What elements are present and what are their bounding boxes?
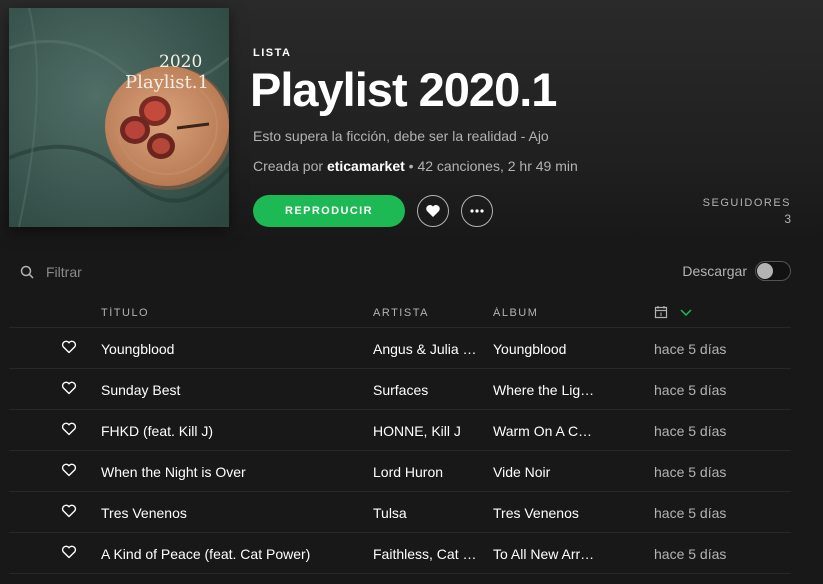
playlist-cover-image: 2020 Playlist.1 — [9, 8, 229, 227]
track-album-link[interactable]: Tres Venenos — [493, 505, 603, 521]
table-row[interactable]: A Kind of Peace (feat. Cat Power) Faithl… — [9, 533, 791, 574]
playlist-type-label: LISTA — [253, 47, 292, 59]
track-album-link[interactable]: To All New Arr… — [493, 546, 603, 562]
track-date-added: hace 5 días — [654, 464, 727, 480]
column-header-artist[interactable]: ARTISTA — [373, 307, 483, 319]
track-title: A Kind of Peace (feat. Cat Power) — [101, 546, 311, 562]
followers-label: SEGUIDORES — [702, 197, 791, 209]
cover-name-text: Playlist.1 — [125, 72, 209, 93]
meta-details: • 42 canciones, 2 hr 49 min — [408, 158, 578, 174]
chevron-down-icon — [680, 309, 692, 317]
like-playlist-button[interactable] — [417, 195, 449, 227]
download-label: Descargar — [682, 263, 747, 279]
track-date-added: hace 5 días — [654, 423, 727, 439]
play-button[interactable]: REPRODUCIR — [253, 195, 405, 227]
meta-prefix: Creada por — [253, 158, 324, 174]
column-header-title[interactable]: TÍTULO — [101, 307, 361, 319]
track-album-link[interactable]: Warm On A C… — [493, 423, 603, 439]
track-date-added: hace 5 días — [654, 341, 727, 357]
table-header: TÍTULO ARTISTA ÁLBUM — [9, 296, 791, 328]
track-artist-link[interactable]: Surfaces — [373, 382, 483, 398]
heart-icon[interactable] — [61, 544, 77, 560]
heart-icon[interactable] — [61, 339, 77, 355]
track-artist-link[interactable]: HONNE, Kill J — [373, 423, 483, 439]
download-toggle[interactable] — [755, 261, 791, 281]
followers-count: 3 — [784, 212, 791, 226]
column-header-date[interactable] — [654, 305, 774, 322]
playlist-meta: Creada por eticamarket • 42 canciones, 2… — [253, 158, 578, 174]
table-row[interactable]: Tres Venenos Tulsa Tres Venenos hace 5 d… — [9, 492, 791, 533]
playlist-header: 2020 Playlist.1 LISTA Playlist 2020.1 Es… — [0, 0, 823, 240]
toggle-knob — [757, 263, 773, 279]
table-row[interactable]: Sunday Best Surfaces Where the Lig… hace… — [9, 369, 791, 410]
track-date-added: hace 5 días — [654, 546, 727, 562]
track-artist-link[interactable]: Faithless, Cat … — [373, 546, 483, 562]
track-album-link[interactable]: Where the Lig… — [493, 382, 603, 398]
track-artist-link[interactable]: Lord Huron — [373, 464, 483, 480]
tracklist-table: TÍTULO ARTISTA ÁLBUM Youngblood Angus & … — [9, 296, 791, 574]
tracklist-body: Youngblood Angus & Julia … Youngblood ha… — [9, 328, 791, 574]
more-options-button[interactable] — [461, 195, 493, 227]
track-title: Sunday Best — [101, 382, 181, 398]
cover-year-text: 2020 — [159, 52, 203, 72]
track-artist-link[interactable]: Tulsa — [373, 505, 483, 521]
track-date-added: hace 5 días — [654, 505, 727, 521]
page-title: Playlist 2020.1 — [250, 63, 557, 116]
table-row[interactable]: FHKD (feat. Kill J) HONNE, Kill J Warm O… — [9, 410, 791, 451]
search-icon — [20, 265, 34, 279]
filter-bar — [20, 263, 198, 281]
heart-icon[interactable] — [61, 380, 77, 396]
playlist-description: Esto supera la ficción, debe ser la real… — [253, 128, 549, 144]
heart-icon — [426, 205, 440, 217]
calendar-icon — [654, 306, 668, 319]
track-date-added: hace 5 días — [654, 382, 727, 398]
table-row[interactable]: When the Night is Over Lord Huron Vide N… — [9, 451, 791, 492]
heart-icon[interactable] — [61, 421, 77, 437]
track-artist-link[interactable]: Angus & Julia … — [373, 341, 483, 357]
heart-icon[interactable] — [61, 503, 77, 519]
column-header-album[interactable]: ÁLBUM — [493, 307, 603, 319]
track-title: FHKD (feat. Kill J) — [101, 423, 214, 439]
heart-icon[interactable] — [61, 462, 77, 478]
download-control: Descargar — [682, 261, 791, 281]
track-album-link[interactable]: Youngblood — [493, 341, 603, 357]
filter-input[interactable] — [44, 263, 198, 281]
track-title: When the Night is Over — [101, 464, 246, 480]
track-album-link[interactable]: Vide Noir — [493, 464, 603, 480]
table-row[interactable]: Youngblood Angus & Julia … Youngblood ha… — [9, 328, 791, 369]
more-icon — [470, 209, 484, 213]
track-title: Youngblood — [101, 341, 175, 357]
track-title: Tres Venenos — [101, 505, 187, 521]
owner-link[interactable]: eticamarket — [327, 158, 405, 174]
